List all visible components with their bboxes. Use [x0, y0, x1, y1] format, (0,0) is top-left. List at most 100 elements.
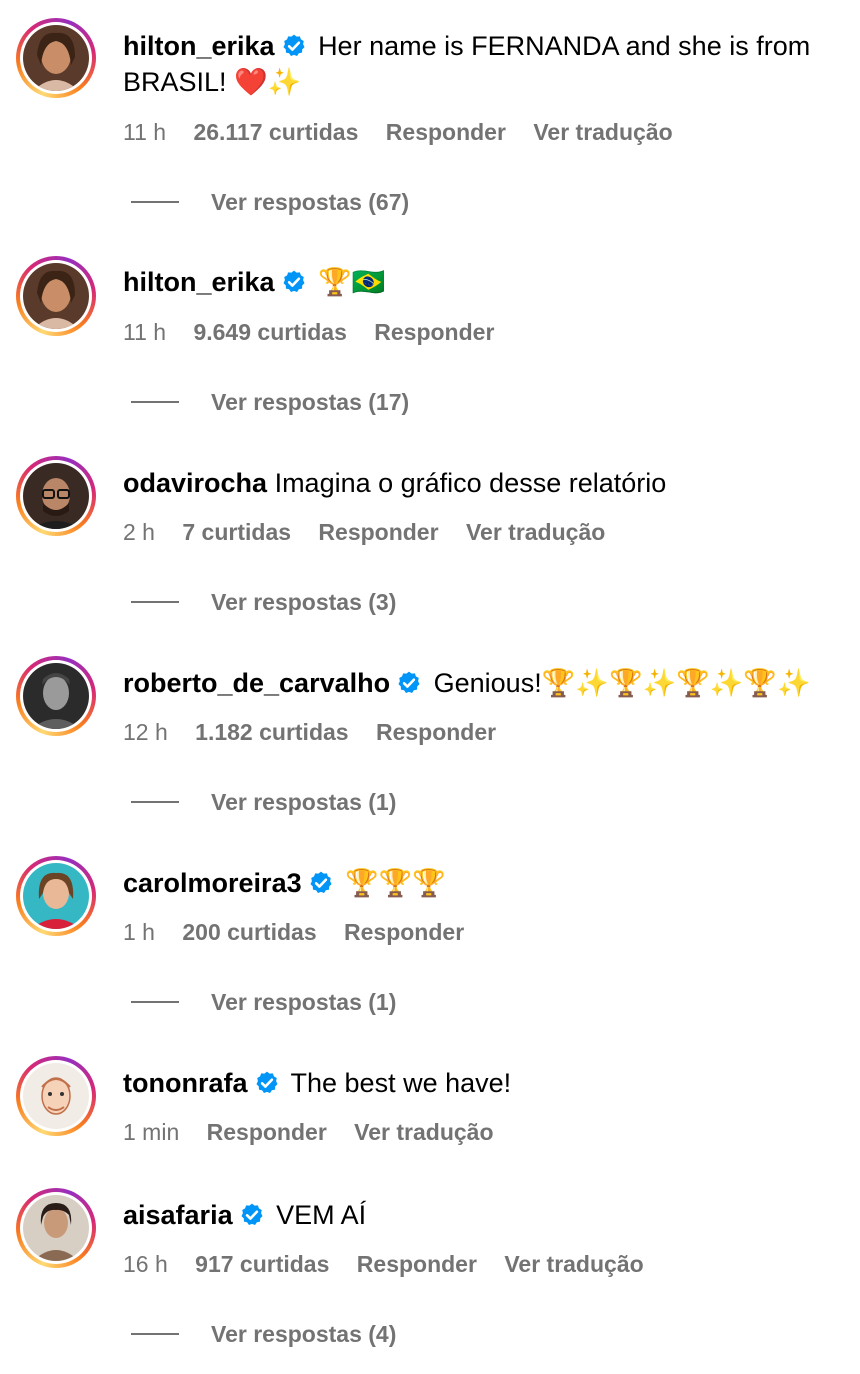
- avatar-image: [23, 663, 89, 729]
- comment-likes[interactable]: 1.182 curtidas: [195, 719, 348, 745]
- reply-button[interactable]: Responder: [318, 519, 438, 545]
- comment-body: Her name is FERNANDA and she is from: [318, 31, 811, 61]
- avatar-image: [23, 463, 89, 529]
- avatar-image: [23, 263, 89, 329]
- comment-username[interactable]: hilton_erika: [123, 267, 275, 297]
- view-replies-label: Ver respostas (17): [211, 388, 410, 415]
- replies-divider-line: [131, 1001, 179, 1003]
- avatar-border: [20, 1192, 92, 1264]
- replies-divider-line: [131, 201, 179, 203]
- comment-time[interactable]: 11 h: [123, 119, 166, 145]
- view-replies-label: Ver respostas (1): [211, 988, 397, 1015]
- see-translation-button[interactable]: Ver tradução: [354, 1119, 493, 1145]
- view-replies-button[interactable]: Ver respostas (67): [131, 187, 409, 217]
- comment-likes[interactable]: 917 curtidas: [195, 1251, 329, 1277]
- avatar-border: [20, 22, 92, 94]
- reply-button[interactable]: Responder: [344, 919, 464, 945]
- verified-icon: [254, 1070, 280, 1096]
- trophy-sparkles-emoji: 🏆✨🏆✨🏆✨🏆✨: [541, 668, 811, 699]
- comment-meta: 1 min Responder Ver tradução: [123, 1117, 515, 1147]
- comment-username[interactable]: hilton_erika: [123, 31, 275, 61]
- comment-body: VEM AÍ: [276, 1200, 367, 1230]
- trophy-brazil-flag-emoji: 🏆🇧🇷: [318, 267, 386, 298]
- see-translation-button[interactable]: Ver tradução: [504, 1251, 643, 1277]
- comment-time[interactable]: 11 h: [123, 319, 166, 345]
- comment-meta: 12 h 1.182 curtidas Responder: [123, 717, 517, 747]
- avatar[interactable]: [16, 256, 96, 336]
- comment-body: The best we have!: [290, 1068, 512, 1098]
- comment-likes[interactable]: 26.117 curtidas: [193, 119, 358, 145]
- view-replies-label: Ver respostas (67): [211, 188, 410, 215]
- verified-icon: [281, 269, 307, 295]
- reply-button[interactable]: Responder: [207, 1119, 327, 1145]
- see-translation-button[interactable]: Ver tradução: [533, 119, 672, 145]
- verified-icon: [281, 33, 307, 59]
- comment-time[interactable]: 2 h: [123, 519, 155, 545]
- comment-time[interactable]: 12 h: [123, 719, 168, 745]
- comment-text: hilton_erika Her name is FERNANDA and sh…: [123, 28, 843, 101]
- avatar[interactable]: [16, 656, 96, 736]
- replies-divider-line: [131, 1333, 179, 1335]
- avatar-image: [23, 1063, 89, 1129]
- comment-username[interactable]: tononrafa: [123, 1068, 248, 1098]
- view-replies-label: Ver respostas (1): [211, 788, 397, 815]
- verified-icon: [396, 670, 422, 696]
- heart-sparkles-emoji: ❤️✨: [234, 67, 302, 98]
- comment-likes[interactable]: 7 curtidas: [182, 519, 291, 545]
- comment-username[interactable]: carolmoreira3: [123, 868, 302, 898]
- avatar-image: [23, 863, 89, 929]
- avatar[interactable]: [16, 456, 96, 536]
- comment-likes[interactable]: 200 curtidas: [182, 919, 316, 945]
- view-replies-button[interactable]: Ver respostas (4): [131, 1319, 396, 1349]
- replies-divider-line: [131, 801, 179, 803]
- reply-button[interactable]: Responder: [357, 1251, 477, 1277]
- comment-meta: 16 h 917 curtidas Responder Ver tradução: [123, 1249, 665, 1279]
- comment-meta: 1 h 200 curtidas Responder: [123, 917, 485, 947]
- reply-button[interactable]: Responder: [386, 119, 506, 145]
- comment-meta: 11 h 9.649 curtidas Responder: [123, 317, 515, 347]
- avatar-border: [20, 260, 92, 332]
- replies-divider-line: [131, 601, 179, 603]
- comment-text: tononrafa The best we have!: [123, 1065, 843, 1101]
- avatar[interactable]: [16, 1056, 96, 1136]
- comment-text: carolmoreira3 🏆🏆🏆: [123, 865, 843, 902]
- avatar-border: [20, 860, 92, 932]
- view-replies-button[interactable]: Ver respostas (1): [131, 787, 396, 817]
- trophies-emoji: 🏆🏆🏆: [345, 868, 446, 899]
- comment-username[interactable]: aisafaria: [123, 1200, 233, 1230]
- reply-button[interactable]: Responder: [374, 319, 494, 345]
- avatar[interactable]: [16, 18, 96, 98]
- comment-body: Genious!: [433, 668, 542, 698]
- comment-body: Imagina o gráfico desse relatório: [274, 468, 667, 498]
- comment-likes[interactable]: 9.649 curtidas: [193, 319, 346, 345]
- avatar-border: [20, 460, 92, 532]
- comment-time[interactable]: 1 min: [123, 1119, 179, 1145]
- view-replies-label: Ver respostas (4): [211, 1320, 397, 1347]
- avatar[interactable]: [16, 856, 96, 936]
- replies-divider-line: [131, 401, 179, 403]
- reply-button[interactable]: Responder: [376, 719, 496, 745]
- comment-text: odavirocha Imagina o gráfico desse relat…: [123, 465, 843, 501]
- comment-meta: 11 h 26.117 curtidas Responder Ver tradu…: [123, 117, 694, 147]
- verified-icon: [308, 870, 334, 896]
- view-replies-button[interactable]: Ver respostas (3): [131, 587, 396, 617]
- comment-time[interactable]: 1 h: [123, 919, 155, 945]
- comment-username[interactable]: roberto_de_carvalho: [123, 668, 390, 698]
- view-replies-button[interactable]: Ver respostas (17): [131, 387, 409, 417]
- avatar-image: [23, 1195, 89, 1261]
- comment-text: roberto_de_carvalho Genious!🏆✨🏆✨🏆✨🏆✨: [123, 665, 843, 702]
- see-translation-button[interactable]: Ver tradução: [466, 519, 605, 545]
- view-replies-label: Ver respostas (3): [211, 588, 397, 615]
- avatar-border: [20, 660, 92, 732]
- comment-text: aisafaria VEM AÍ: [123, 1197, 843, 1233]
- comment-body-continued: BRASIL!: [123, 67, 235, 97]
- comment-meta: 2 h 7 curtidas Responder Ver tradução: [123, 517, 626, 547]
- comment-text: hilton_erika 🏆🇧🇷: [123, 264, 843, 301]
- view-replies-button[interactable]: Ver respostas (1): [131, 987, 396, 1017]
- avatar-border: [20, 1060, 92, 1132]
- comment-username[interactable]: odavirocha: [123, 468, 267, 498]
- avatar[interactable]: [16, 1188, 96, 1268]
- comment-time[interactable]: 16 h: [123, 1251, 168, 1277]
- verified-icon: [239, 1202, 265, 1228]
- avatar-image: [23, 25, 89, 91]
